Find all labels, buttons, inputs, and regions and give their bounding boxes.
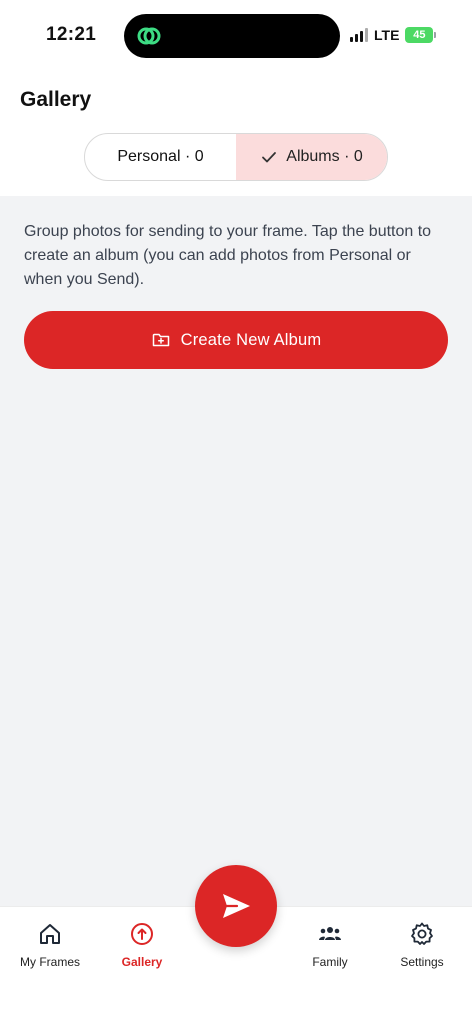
nav-item-gallery[interactable]: Gallery: [94, 921, 190, 969]
tab-albums[interactable]: Albums · 0: [236, 134, 387, 180]
gear-icon: [411, 922, 433, 945]
upload-circle-icon: [131, 923, 153, 945]
home-icon: [40, 924, 60, 944]
app-link-icon: [137, 27, 161, 45]
albums-description: Group photos for sending to your frame. …: [24, 223, 432, 288]
tab-personal-label: Personal · 0: [117, 148, 204, 165]
tab-personal[interactable]: Personal · 0: [85, 134, 236, 180]
nav-item-my-frames[interactable]: My Frames: [2, 921, 98, 969]
battery-icon: 45: [405, 27, 437, 43]
nav-label-family: Family: [312, 955, 348, 969]
send-icon: [223, 894, 250, 918]
status-indicators: LTE 45: [350, 24, 437, 46]
home-indicator-area: [0, 984, 472, 1024]
nav-item-family[interactable]: Family: [282, 921, 378, 969]
create-new-album-button[interactable]: Create New Album: [24, 311, 448, 369]
gallery-segmented-control: Personal · 0 Albums · 0: [84, 133, 388, 181]
albums-content: Group photos for sending to your frame. …: [0, 196, 472, 906]
send-fab-button[interactable]: [195, 865, 277, 947]
tab-albums-label: Albums · 0: [286, 148, 363, 165]
nav-label-gallery: Gallery: [121, 955, 163, 969]
create-new-album-label: Create New Album: [180, 330, 322, 349]
nav-label-my-frames: My Frames: [20, 955, 80, 969]
nav-item-settings[interactable]: Settings: [374, 921, 470, 969]
network-type: LTE: [374, 27, 400, 43]
nav-label-settings: Settings: [400, 955, 444, 969]
battery-level: 45: [405, 27, 434, 43]
people-icon: [319, 927, 341, 940]
status-time: 12:21: [46, 24, 97, 45]
status-bar: 12:21 LTE 45: [0, 0, 472, 70]
checkmark-icon: [262, 152, 277, 163]
signal-icon: [350, 28, 368, 42]
page-title: Gallery: [20, 88, 92, 111]
folder-plus-icon: [152, 333, 169, 347]
dynamic-island: [124, 14, 340, 58]
